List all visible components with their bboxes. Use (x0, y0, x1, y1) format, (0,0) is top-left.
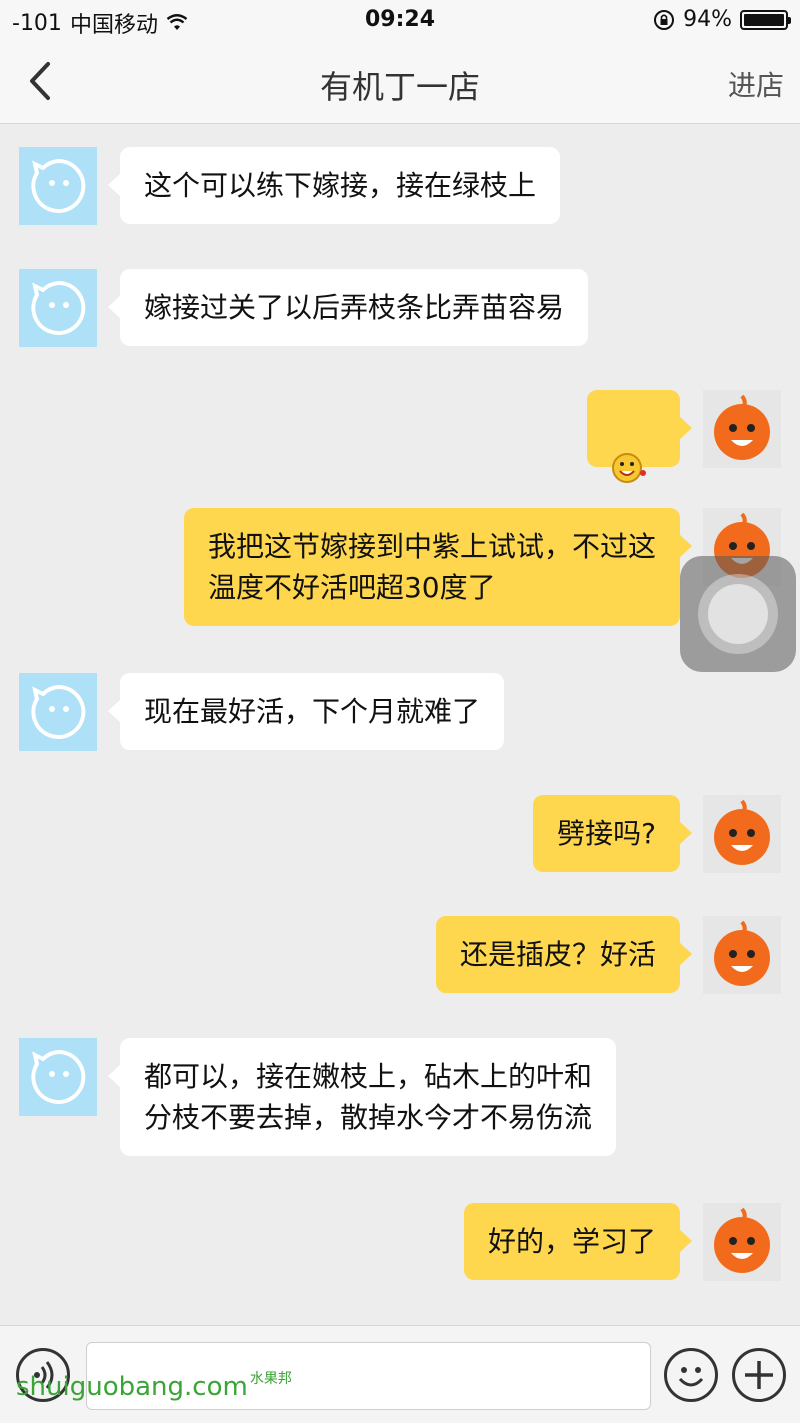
orange-mascot-icon (714, 799, 770, 865)
battery-percent: 94% (683, 7, 732, 32)
my-avatar[interactable] (703, 390, 781, 468)
status-bar: -101 中国移动 09:24 94% (0, 0, 800, 40)
contact-avatar[interactable] (19, 269, 97, 347)
watermark-text: shuiguobang.com (16, 1372, 248, 1402)
message-bubble[interactable]: 现在最好活，下个月就难了 (107, 673, 505, 750)
smiley-face-icon (678, 1367, 704, 1387)
message-bubble[interactable]: 好的，学习了 (463, 1203, 693, 1280)
watermark-small-text: 水果邦 (249, 1371, 292, 1387)
chat-bubble-face-icon (31, 158, 86, 213)
emoji-button[interactable] (664, 1348, 718, 1402)
contact-avatar[interactable] (19, 147, 97, 225)
site-watermark: shuiguobang.com 水果邦 (16, 1371, 292, 1402)
my-avatar[interactable] (703, 1203, 781, 1281)
message-bubble[interactable]: 嫁接过关了以后弄枝条比弄苗容易 (107, 269, 589, 346)
message-bubble[interactable]: 还是插皮？好活 (435, 916, 693, 993)
my-avatar[interactable] (703, 795, 781, 873)
more-actions-button[interactable] (732, 1348, 786, 1402)
plus-icon (745, 1361, 773, 1389)
status-right: 94% (653, 7, 791, 32)
orange-mascot-icon (714, 920, 770, 986)
enter-store-button[interactable]: 进店 (728, 64, 784, 104)
contact-avatar[interactable] (19, 673, 97, 751)
orange-mascot-icon (714, 1207, 770, 1273)
chat-bubble-face-icon (31, 280, 86, 335)
message-bubble[interactable]: 这个可以练下嫁接，接在绿枝上 (107, 147, 561, 224)
chat-bubble-face-icon (31, 684, 86, 739)
contact-avatar[interactable] (19, 1038, 97, 1116)
message-bubble[interactable]: 我把这节嫁接到中紫上试试，不过这 温度不好活吧超30度了 (183, 508, 693, 626)
rotation-lock-icon (654, 9, 675, 30)
my-avatar[interactable] (703, 916, 781, 994)
message-bubble[interactable]: 都可以，接在嫩枝上，砧木上的叶和 分枝不要去掉，散掉水今才不易伤流 (107, 1038, 617, 1156)
emoji-message-bubble[interactable] (587, 390, 692, 483)
chat-title: 有机丁一店 (319, 68, 480, 106)
nav-bar: 有机丁一店 进店 (0, 40, 800, 124)
message-bubble[interactable]: 劈接吗? (533, 795, 692, 872)
orange-mascot-icon (714, 394, 770, 460)
assistive-touch-button[interactable] (680, 556, 796, 672)
battery-icon (740, 9, 791, 30)
chat-bubble-face-icon (31, 1049, 86, 1104)
grinning-face-sticker-icon (612, 453, 646, 483)
